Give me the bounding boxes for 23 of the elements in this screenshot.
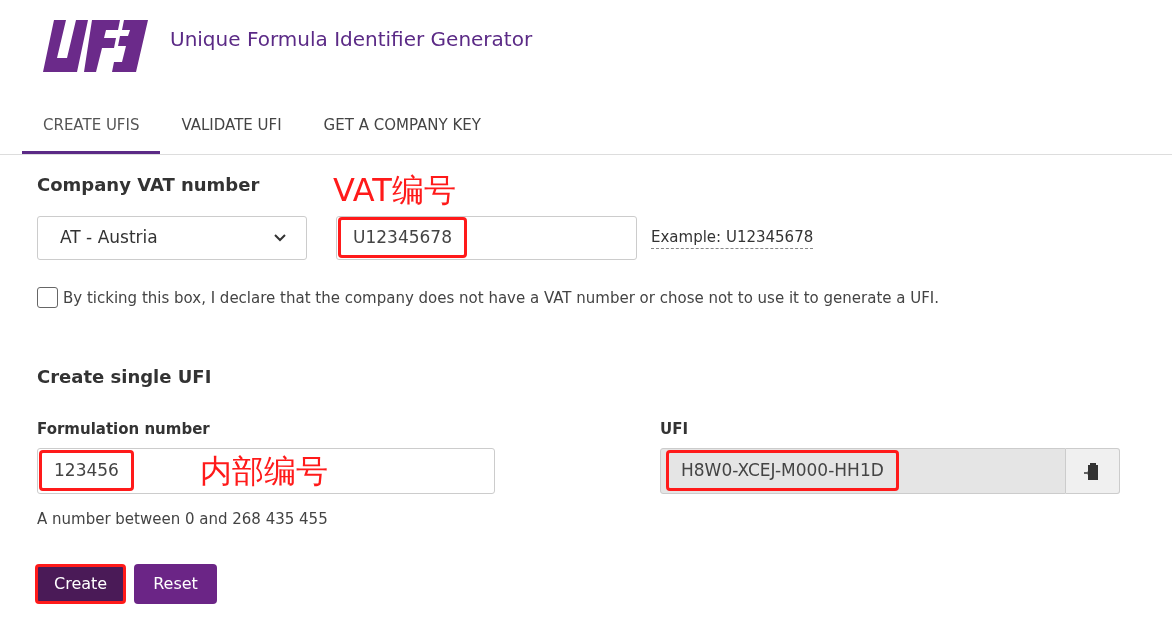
section-heading: Company VAT number	[37, 172, 261, 197]
field-label: UFI	[660, 419, 689, 440]
action-button[interactable]: Reset	[134, 564, 217, 604]
country-select[interactable]: AT - Austria	[37, 215, 307, 260]
app-title: Unique Formula Identifier Generator	[170, 26, 533, 53]
field-label: Formulation number	[37, 419, 211, 440]
output-field: H8W0-XCEJ-M000-HH1D	[660, 447, 1066, 494]
tab[interactable]: VALIDATE UFI	[160, 104, 303, 154]
input-field[interactable]: 123456 内部编号	[37, 447, 495, 494]
input-field[interactable]: U12345678	[336, 215, 637, 260]
annotation-label: VAT编号	[333, 173, 456, 206]
checkbox[interactable]	[37, 287, 58, 309]
example-hint: Example: U12345678	[651, 225, 814, 250]
tab[interactable]: GET A COMPANY KEY	[302, 104, 502, 154]
logo-icon	[40, 20, 148, 72]
section-heading: Create single UFI	[37, 365, 213, 389]
action-button[interactable]: Create	[35, 564, 127, 604]
tab[interactable]: CREATE UFIS	[22, 104, 161, 154]
copy-button[interactable]	[1066, 447, 1120, 494]
checkbox-label: By ticking this box, I declare that the company does not have a VAT number or chose not to use it to generate a UFI.	[63, 287, 940, 309]
chevron-down-icon	[274, 233, 286, 242]
help-text: A number between 0 and 268 435 455	[37, 508, 329, 530]
annotation-label: 内部编号	[199, 454, 328, 487]
